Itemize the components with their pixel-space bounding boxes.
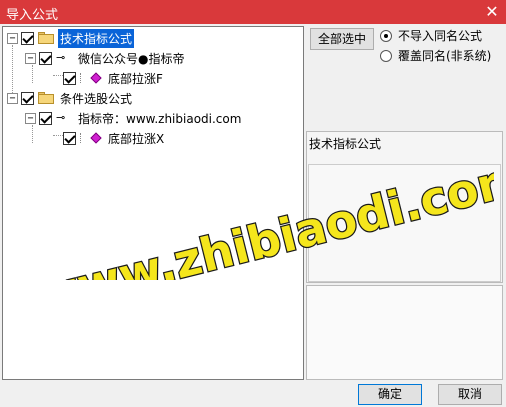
tree-formula-node[interactable]: − ⊸ 微信公众号●指标帝 bbox=[25, 49, 186, 67]
tree-connector bbox=[53, 135, 63, 136]
radio-label: 覆盖同名(非系统) bbox=[398, 49, 492, 63]
tree-group-node[interactable]: − 条件选股公式 bbox=[7, 89, 134, 107]
radio-label: 不导入同名公式 bbox=[398, 29, 483, 43]
formula-info-panel: 技术指标公式 bbox=[306, 131, 503, 283]
ok-button[interactable]: 确定 bbox=[358, 384, 422, 405]
formula-checkbox[interactable] bbox=[39, 51, 52, 65]
description-panel bbox=[306, 285, 503, 380]
tree-connector bbox=[80, 133, 88, 143]
key-icon: ⊸ bbox=[56, 111, 66, 124]
leaf-checkbox[interactable] bbox=[63, 71, 76, 85]
tree-connector bbox=[53, 75, 63, 76]
formula-tree[interactable]: − 技术指标公式 − ⊸ 微信公众号●指标帝 底部拉涨F − 条件选股公式 − … bbox=[2, 26, 304, 380]
tree-leaf-label[interactable]: 底部拉涨F bbox=[106, 69, 165, 88]
tree-formula-label[interactable]: 微信公众号●指标帝 bbox=[76, 49, 186, 68]
leaf-checkbox[interactable] bbox=[63, 131, 76, 145]
radio-overwrite[interactable]: 覆盖同名(非系统) bbox=[380, 47, 491, 64]
window-title: 导入公式 bbox=[6, 8, 59, 23]
diamond-icon bbox=[90, 72, 102, 84]
tree-leaf-label[interactable]: 底部拉涨X bbox=[106, 129, 166, 148]
select-all-button[interactable]: 全部选中 bbox=[310, 28, 374, 50]
folder-icon bbox=[38, 32, 54, 44]
tree-group-label[interactable]: 技术指标公式 bbox=[58, 28, 135, 48]
tree-group-label[interactable]: 条件选股公式 bbox=[58, 89, 134, 108]
tree-connector bbox=[80, 73, 88, 83]
collapse-icon[interactable]: − bbox=[7, 32, 18, 44]
radio-no-import[interactable]: 不导入同名公式 bbox=[380, 27, 482, 44]
tree-connector bbox=[32, 125, 33, 143]
formula-checkbox[interactable] bbox=[39, 111, 52, 125]
group-checkbox[interactable] bbox=[21, 31, 34, 45]
cancel-button[interactable]: 取消 bbox=[438, 384, 502, 405]
key-icon: ⊸ bbox=[56, 51, 66, 64]
group-checkbox[interactable] bbox=[21, 91, 34, 105]
tree-connector bbox=[32, 65, 33, 83]
folder-icon bbox=[38, 92, 54, 104]
tree-formula-node[interactable]: − ⊸ 指标帝：www.zhibiaodi.com bbox=[25, 109, 243, 127]
info-content bbox=[308, 164, 501, 282]
radio-button[interactable] bbox=[380, 49, 392, 62]
tree-group-node[interactable]: − 技术指标公式 bbox=[7, 28, 135, 48]
close-icon[interactable]: ✕ bbox=[482, 2, 502, 22]
tree-leaf-node[interactable]: 底部拉涨F bbox=[63, 69, 165, 87]
collapse-icon[interactable]: − bbox=[7, 92, 18, 104]
collapse-icon[interactable]: − bbox=[25, 52, 36, 64]
info-header: 技术指标公式 bbox=[309, 137, 382, 151]
title-bar: 导入公式 ✕ bbox=[0, 0, 506, 24]
collapse-icon[interactable]: − bbox=[25, 112, 36, 124]
tree-formula-label[interactable]: 指标帝：www.zhibiaodi.com bbox=[76, 109, 243, 128]
radio-button[interactable] bbox=[380, 29, 392, 42]
tree-leaf-node[interactable]: 底部拉涨X bbox=[63, 129, 166, 147]
diamond-icon bbox=[90, 132, 102, 144]
